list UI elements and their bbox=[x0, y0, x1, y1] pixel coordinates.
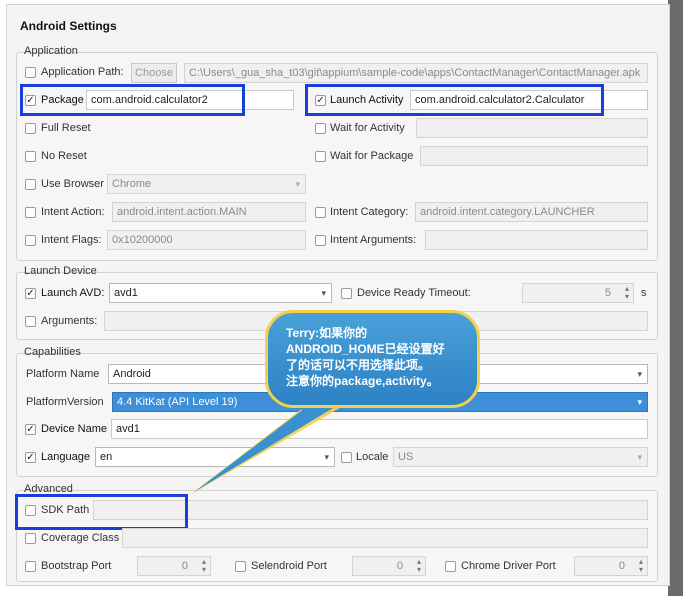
callout-pointer bbox=[190, 405, 345, 495]
annotation-line-2: ANDROID_HOME已经设置好 bbox=[286, 342, 445, 356]
annotation-bubble: Terry:如果你的 ANDROID_HOME已经设置好 了的话可以不用选择此项… bbox=[265, 310, 480, 408]
annotation-line-4: 注意你的package,activity。 bbox=[286, 374, 439, 388]
annotation-line-1: Terry:如果你的 bbox=[286, 326, 368, 340]
annotation-line-3: 了的话可以不用选择此项。 bbox=[286, 358, 431, 372]
